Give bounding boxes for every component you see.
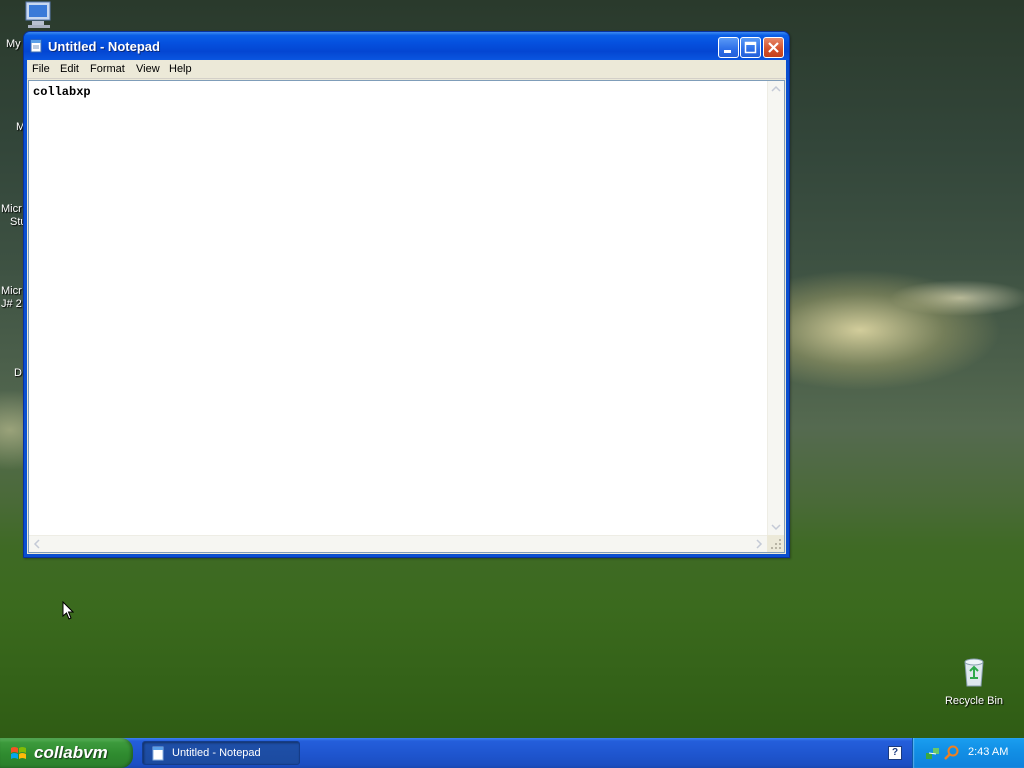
taskbar: collabvm Untitled - Notepad xyxy=(0,738,1024,768)
mouse-cursor-icon xyxy=(62,601,74,620)
menu-edit[interactable]: Edit xyxy=(60,63,79,75)
window-title: Untitled - Notepad xyxy=(48,39,160,54)
windows-logo-icon xyxy=(11,747,26,759)
desktop-icon-label: My xyxy=(6,38,21,50)
system-tray: 2:43 AM xyxy=(912,738,1024,768)
desktop-icon-label[interactable]: Micr xyxy=(1,285,22,297)
taskbar-button-label: Untitled - Notepad xyxy=(172,747,261,759)
arrow-left-icon xyxy=(33,539,40,549)
close-icon xyxy=(768,42,779,53)
minimize-icon xyxy=(724,50,731,53)
menu-bar: File Edit Format View Help xyxy=(27,60,786,79)
help-icon[interactable]: ? xyxy=(888,746,902,760)
scroll-up-button[interactable] xyxy=(768,81,784,97)
resize-grip-icon xyxy=(771,539,781,549)
menu-help[interactable]: Help xyxy=(169,63,192,75)
scroll-down-button[interactable] xyxy=(768,519,784,535)
arrow-up-icon xyxy=(771,85,781,92)
maximize-button[interactable] xyxy=(740,37,761,58)
desktop-icon-label[interactable]: J# 2 xyxy=(1,298,22,310)
recycle-bin-desktop-icon[interactable]: Recycle Bin xyxy=(940,656,1008,712)
desktop-icon-label: Recycle Bin xyxy=(944,695,1004,707)
clock[interactable]: 2:43 AM xyxy=(968,746,1008,758)
menu-format[interactable]: Format xyxy=(90,63,125,75)
resize-grip[interactable] xyxy=(767,535,784,552)
start-label: collabvm xyxy=(34,743,108,762)
start-button[interactable]: collabvm xyxy=(0,738,133,768)
arrow-right-icon xyxy=(756,539,763,549)
recycle-bin-icon xyxy=(964,658,984,687)
vertical-scrollbar[interactable] xyxy=(767,81,784,535)
computer-icon xyxy=(25,1,51,28)
menu-view[interactable]: View xyxy=(136,63,160,75)
notepad-icon xyxy=(152,746,164,761)
desktop-icon-label[interactable]: Micr xyxy=(1,203,22,215)
notepad-icon xyxy=(30,39,42,53)
scroll-right-button[interactable] xyxy=(751,536,767,552)
menu-file[interactable]: File xyxy=(32,63,50,75)
search-icon[interactable] xyxy=(944,745,960,761)
arrow-down-icon xyxy=(771,524,781,531)
scroll-left-button[interactable] xyxy=(29,536,45,552)
taskbar-button-notepad[interactable]: Untitled - Notepad xyxy=(142,741,300,765)
network-icon[interactable] xyxy=(925,745,941,761)
notepad-window[interactable]: Untitled - Notepad File Edit Format View… xyxy=(23,31,790,558)
editor-content: collabxp xyxy=(33,85,91,99)
horizontal-scrollbar[interactable] xyxy=(29,535,767,552)
title-bar[interactable]: Untitled - Notepad xyxy=(24,32,789,60)
window-client-area: File Edit Format View Help collabxp xyxy=(27,60,786,554)
minimize-button[interactable] xyxy=(718,37,739,58)
maximize-icon xyxy=(744,41,757,54)
close-button[interactable] xyxy=(763,37,784,58)
desktop-icon-label[interactable]: D xyxy=(14,367,22,379)
text-editor[interactable]: collabxp xyxy=(28,80,785,553)
